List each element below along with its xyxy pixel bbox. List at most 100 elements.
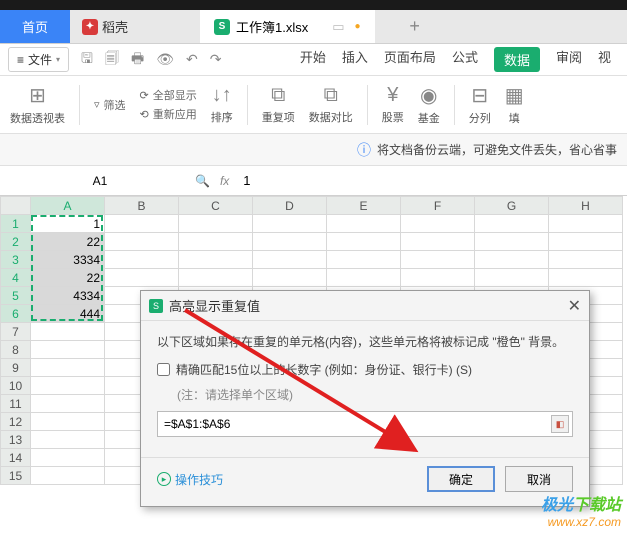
- row-header[interactable]: 5: [1, 287, 31, 305]
- cell[interactable]: [179, 215, 253, 233]
- ribbon-tab-data[interactable]: 数据: [494, 47, 540, 72]
- row-header[interactable]: 11: [1, 395, 31, 413]
- sort-group[interactable]: ↓↑ 排序: [211, 84, 233, 125]
- cell[interactable]: [31, 449, 105, 467]
- cell[interactable]: [253, 215, 327, 233]
- cell[interactable]: [327, 215, 401, 233]
- cell[interactable]: [31, 323, 105, 341]
- cell[interactable]: [31, 359, 105, 377]
- ribbon-tab-review[interactable]: 审阅: [556, 47, 582, 72]
- cell[interactable]: [549, 251, 623, 269]
- pivot-group[interactable]: ⊞ 数据透视表: [10, 83, 65, 126]
- col-header[interactable]: H: [549, 197, 623, 215]
- row-header[interactable]: 14: [1, 449, 31, 467]
- row-header[interactable]: 4: [1, 269, 31, 287]
- cell[interactable]: [31, 431, 105, 449]
- cell[interactable]: [475, 233, 549, 251]
- cell[interactable]: [549, 233, 623, 251]
- print-icon[interactable]: 🖶: [131, 48, 144, 72]
- cell[interactable]: [401, 233, 475, 251]
- row-header[interactable]: 15: [1, 467, 31, 485]
- cell[interactable]: [253, 251, 327, 269]
- ribbon-tab-start[interactable]: 开始: [300, 47, 326, 72]
- fx-icon[interactable]: fx: [220, 174, 229, 188]
- cell[interactable]: 22: [31, 233, 105, 251]
- cell[interactable]: 3334: [31, 251, 105, 269]
- reapply-button[interactable]: ⟲ 重新应用: [140, 106, 197, 122]
- cell[interactable]: [179, 233, 253, 251]
- range-selector-button[interactable]: ◧: [551, 415, 569, 433]
- formula-input[interactable]: [239, 169, 439, 192]
- cell[interactable]: [253, 233, 327, 251]
- cell[interactable]: [549, 215, 623, 233]
- ok-button[interactable]: 确定: [427, 466, 495, 492]
- ribbon-tab-formula[interactable]: 公式: [452, 47, 478, 72]
- cell[interactable]: [31, 395, 105, 413]
- close-icon[interactable]: ✕: [568, 296, 581, 316]
- ribbon-tab-insert[interactable]: 插入: [342, 47, 368, 72]
- cell[interactable]: [475, 251, 549, 269]
- fund-group[interactable]: ◉ 基金: [418, 83, 440, 126]
- ribbon-tab-pagelayout[interactable]: 页面布局: [384, 47, 436, 72]
- row-header[interactable]: 1: [1, 215, 31, 233]
- cell[interactable]: [31, 377, 105, 395]
- cell[interactable]: [31, 341, 105, 359]
- cell[interactable]: 22: [31, 269, 105, 287]
- col-header[interactable]: E: [327, 197, 401, 215]
- row-header[interactable]: 8: [1, 341, 31, 359]
- cell[interactable]: [327, 251, 401, 269]
- row-header[interactable]: 13: [1, 431, 31, 449]
- tab-home[interactable]: 首页: [0, 10, 70, 43]
- cell[interactable]: 4334: [31, 287, 105, 305]
- row-header[interactable]: 6: [1, 305, 31, 323]
- cell[interactable]: [105, 215, 179, 233]
- cell[interactable]: [401, 251, 475, 269]
- row-header[interactable]: 3: [1, 251, 31, 269]
- print-preview-icon[interactable]: 👁: [156, 51, 174, 68]
- split-group[interactable]: ⊟ 分列: [469, 83, 491, 126]
- cell[interactable]: [401, 215, 475, 233]
- col-header[interactable]: D: [253, 197, 327, 215]
- tab-dangke[interactable]: ✦ 稻壳: [70, 10, 140, 43]
- cell[interactable]: [105, 269, 179, 287]
- tab-add-button[interactable]: +: [395, 10, 435, 43]
- row-header[interactable]: 12: [1, 413, 31, 431]
- cell[interactable]: [105, 251, 179, 269]
- filter-button[interactable]: ▿ 筛选: [94, 97, 126, 113]
- cell[interactable]: [31, 413, 105, 431]
- cell[interactable]: [179, 269, 253, 287]
- cell[interactable]: [253, 269, 327, 287]
- col-header[interactable]: G: [475, 197, 549, 215]
- col-header[interactable]: A: [31, 197, 105, 215]
- row-header[interactable]: 7: [1, 323, 31, 341]
- cell[interactable]: [105, 233, 179, 251]
- col-header[interactable]: B: [105, 197, 179, 215]
- dup-group[interactable]: ⧉ 重复项: [262, 84, 295, 125]
- col-header[interactable]: C: [179, 197, 253, 215]
- row-header[interactable]: 2: [1, 233, 31, 251]
- cloud-backup-banner[interactable]: ⓘ 将文档备份云端，可避免文件丢失，省心省事: [0, 134, 627, 166]
- tab-workbook[interactable]: S 工作簿1.xlsx ▭ ●: [200, 10, 375, 43]
- ribbon-tab-view[interactable]: 视: [598, 47, 611, 72]
- cell[interactable]: [327, 233, 401, 251]
- cell[interactable]: [475, 269, 549, 287]
- name-box[interactable]: [45, 170, 155, 192]
- redo-icon[interactable]: ↷: [210, 51, 222, 68]
- save-icon[interactable]: 🖫: [81, 48, 93, 72]
- row-header[interactable]: 10: [1, 377, 31, 395]
- showall-button[interactable]: ⟳ 全部显示: [140, 87, 197, 103]
- cell[interactable]: [179, 251, 253, 269]
- cell[interactable]: [549, 269, 623, 287]
- dialog-titlebar[interactable]: S 高亮显示重复值 ✕: [141, 291, 589, 321]
- exact-match-checkbox-row[interactable]: 精确匹配15位以上的长数字 (例如：身份证、银行卡) (S): [157, 361, 573, 378]
- cell[interactable]: 1: [31, 215, 105, 233]
- save-as-icon[interactable]: 🗐: [105, 48, 119, 72]
- file-menu-button[interactable]: ≡ 文件 ▾: [8, 47, 69, 72]
- cell[interactable]: [401, 269, 475, 287]
- fill-group[interactable]: ▦ 填: [505, 83, 524, 126]
- range-input[interactable]: [157, 411, 573, 437]
- tips-link[interactable]: ▸ 操作技巧: [157, 471, 223, 488]
- cell[interactable]: [31, 467, 105, 485]
- stock-group[interactable]: ¥ 股票: [382, 84, 404, 125]
- cancel-button[interactable]: 取消: [505, 466, 573, 492]
